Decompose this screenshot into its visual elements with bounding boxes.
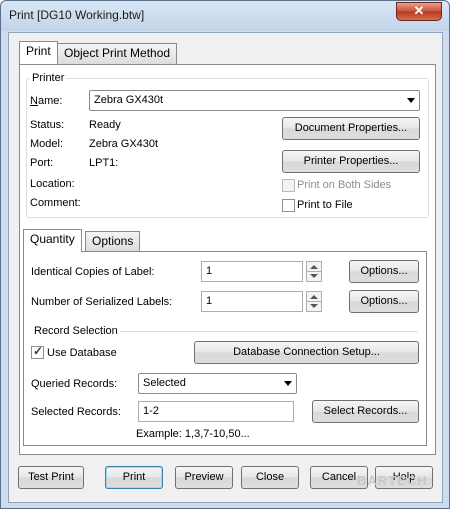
model-value: Zebra GX430t bbox=[89, 138, 159, 150]
tab-print-label: Print bbox=[26, 44, 51, 58]
printer-name-label: Name: bbox=[30, 95, 63, 107]
serialized-labels-stepper[interactable] bbox=[306, 291, 322, 312]
spin-up-icon bbox=[310, 265, 318, 269]
spin-down-icon bbox=[310, 304, 318, 308]
queried-records-dropdown[interactable]: Selected bbox=[138, 373, 297, 394]
printer-properties-button[interactable]: Printer Properties... bbox=[282, 150, 420, 173]
record-selection-divider bbox=[120, 331, 418, 332]
selected-records-input[interactable]: 1-2 bbox=[138, 401, 294, 422]
status-label: Status: bbox=[30, 119, 65, 131]
tab-object-print-method[interactable]: Object Print Method bbox=[57, 43, 178, 64]
tab-object-print-method-label: Object Print Method bbox=[64, 46, 171, 60]
spin-up-icon bbox=[310, 295, 318, 299]
serialized-labels-options-button[interactable]: Options... bbox=[349, 290, 419, 313]
print-both-sides-checkbox[interactable] bbox=[282, 179, 295, 192]
identical-copies-options-button[interactable]: Options... bbox=[349, 260, 419, 283]
spin-divider bbox=[307, 301, 321, 302]
print-tab-panel: Printer Name: Zebra GX430t Status: Ready… bbox=[19, 64, 436, 455]
printer-name-value: Zebra GX430t bbox=[94, 94, 164, 106]
tab-quantity-label: Quantity bbox=[30, 232, 75, 246]
comment-label: Comment: bbox=[30, 197, 81, 209]
print-button[interactable]: Print bbox=[105, 466, 163, 489]
watermark-logo: BARTECH bbox=[357, 473, 428, 488]
quantity-tab-panel: Identical Copies of Label: 1 Options... … bbox=[23, 251, 427, 446]
spin-divider bbox=[307, 271, 321, 272]
location-label: Location: bbox=[30, 178, 75, 190]
identical-copies-stepper[interactable] bbox=[306, 261, 322, 282]
title-bar[interactable]: Print [DG10 Working.btw] ✕ bbox=[1, 1, 449, 31]
close-icon: ✕ bbox=[413, 3, 425, 18]
status-value: Ready bbox=[89, 119, 121, 131]
selected-records-example: Example: 1,3,7-10,50... bbox=[136, 428, 250, 440]
print-to-file-checkbox[interactable] bbox=[282, 199, 295, 212]
print-both-sides-label: Print on Both Sides bbox=[297, 179, 392, 191]
queried-records-label: Queried Records: bbox=[31, 378, 118, 390]
use-database-checkbox[interactable] bbox=[31, 344, 44, 359]
close-button[interactable]: Close bbox=[241, 466, 299, 489]
chevron-down-icon bbox=[284, 381, 292, 386]
document-properties-button[interactable]: Document Properties... bbox=[282, 117, 420, 140]
record-selection-label: Record Selection bbox=[34, 325, 118, 337]
print-dialog-window: Print [DG10 Working.btw] ✕ Print Object … bbox=[0, 0, 450, 509]
print-to-file-label: Print to File bbox=[297, 199, 353, 211]
tab-options-label: Options bbox=[92, 234, 134, 248]
chevron-down-icon bbox=[407, 98, 415, 103]
tab-options[interactable]: Options bbox=[85, 231, 141, 252]
use-database-label: Use Database bbox=[47, 347, 117, 359]
model-label: Model: bbox=[30, 138, 64, 150]
serialized-labels-input[interactable]: 1 bbox=[201, 291, 303, 312]
identical-copies-input[interactable]: 1 bbox=[201, 261, 303, 282]
close-window-button[interactable]: ✕ bbox=[396, 2, 442, 21]
test-print-button[interactable]: Test Print bbox=[18, 466, 84, 489]
database-connection-setup-button[interactable]: Database Connection Setup... bbox=[194, 341, 419, 364]
serialized-labels-label: Number of Serialized Labels: bbox=[31, 296, 173, 308]
queried-records-value: Selected bbox=[143, 377, 186, 389]
identical-copies-label: Identical Copies of Label: bbox=[31, 266, 155, 278]
tab-quantity[interactable]: Quantity bbox=[23, 229, 82, 252]
spin-down-icon bbox=[310, 274, 318, 278]
port-label: Port: bbox=[30, 157, 54, 169]
tab-print[interactable]: Print bbox=[19, 41, 58, 64]
select-records-button[interactable]: Select Records... bbox=[312, 400, 419, 423]
preview-button[interactable]: Preview bbox=[175, 466, 233, 489]
window-title: Print [DG10 Working.btw] bbox=[9, 8, 145, 22]
dialog-client-area: Print Object Print Method Printer Name: … bbox=[8, 32, 443, 503]
port-value: LPT1: bbox=[89, 157, 119, 169]
printer-group-label: Printer bbox=[30, 72, 67, 84]
selected-records-label: Selected Records: bbox=[31, 406, 121, 418]
printer-name-dropdown[interactable]: Zebra GX430t bbox=[89, 90, 420, 111]
